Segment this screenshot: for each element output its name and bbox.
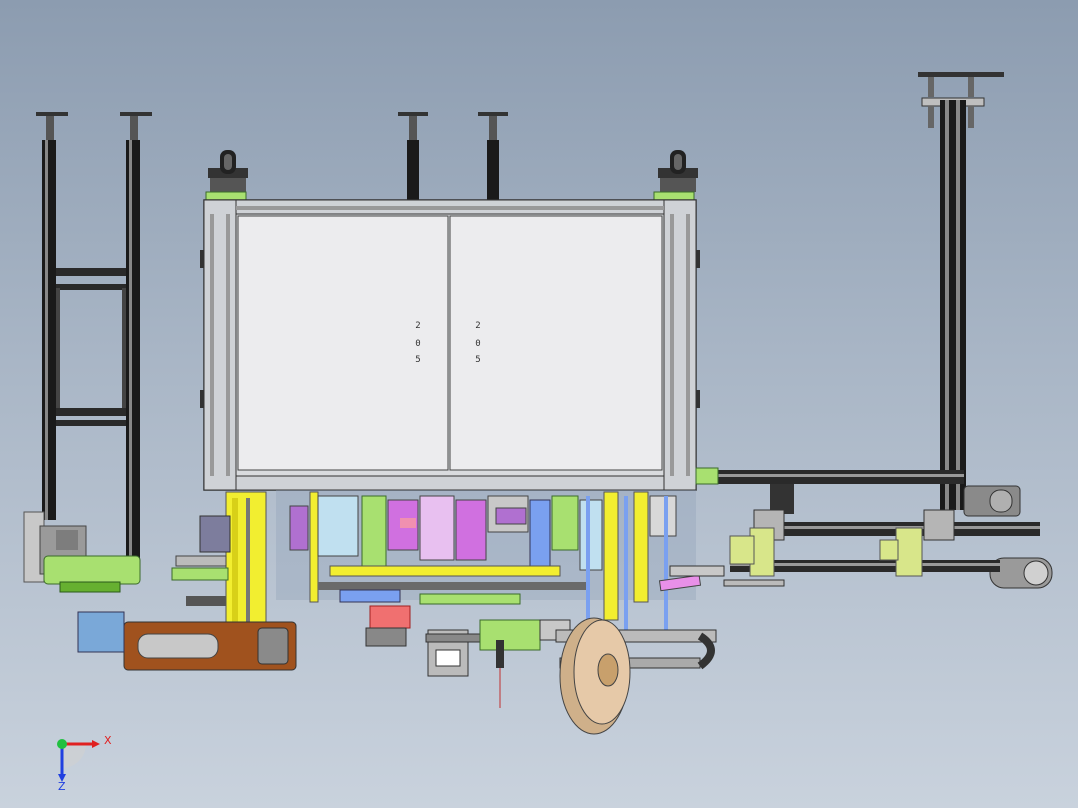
middle-leveling-feet	[398, 112, 508, 202]
svg-text:2: 2	[475, 321, 480, 331]
z-axis-label: Z	[58, 780, 66, 793]
svg-text:0: 0	[475, 339, 480, 349]
left-tower-frame	[23, 112, 152, 593]
machine-assembly-drawing[interactable]: 2 0 5 2 0 5 X Z	[0, 0, 1078, 808]
left-door-handle[interactable]: 2 0 5	[415, 321, 420, 365]
svg-text:5: 5	[415, 355, 420, 365]
x-axis-label: X	[104, 734, 112, 747]
cad-viewport[interactable]: 2 0 5 2 0 5 X Z	[0, 0, 1078, 808]
lower-mechanism-assembly[interactable]	[77, 490, 785, 735]
cabinet-right-door[interactable]	[449, 215, 663, 471]
right-tower-frame	[694, 72, 1053, 589]
svg-text:2: 2	[415, 321, 420, 331]
view-orientation-triad-icon[interactable]: X Z	[57, 734, 112, 793]
right-door-handle[interactable]: 2 0 5	[475, 321, 480, 365]
main-cabinet[interactable]: 2 0 5 2 0 5	[200, 150, 719, 491]
svg-text:5: 5	[475, 355, 480, 365]
svg-text:0: 0	[415, 339, 420, 349]
